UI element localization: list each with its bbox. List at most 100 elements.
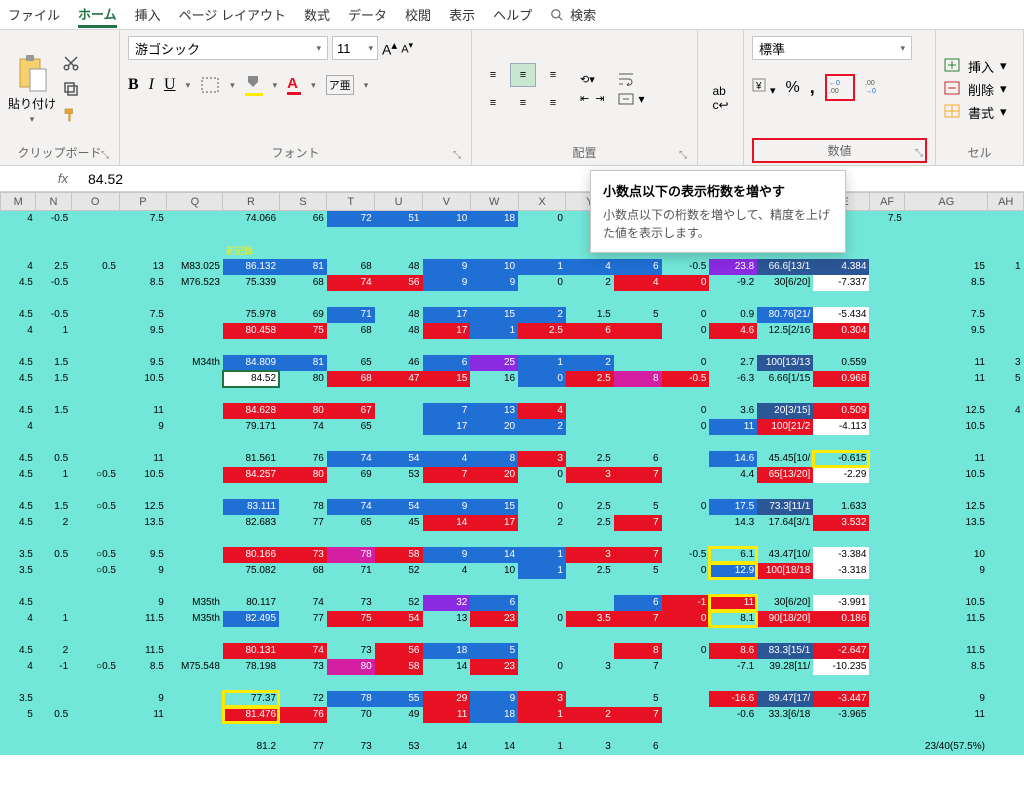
cell[interactable] xyxy=(988,227,1024,243)
cell[interactable]: 48 xyxy=(375,323,423,339)
cell[interactable] xyxy=(869,547,904,563)
cell[interactable]: 2.7 xyxy=(709,355,757,371)
cell[interactable] xyxy=(566,691,614,707)
cell[interactable] xyxy=(36,387,71,403)
cell[interactable] xyxy=(167,723,223,739)
cell[interactable]: 4 xyxy=(1,211,36,227)
cell[interactable]: -1 xyxy=(662,595,710,611)
cell[interactable]: 66 xyxy=(279,211,327,227)
cell[interactable] xyxy=(375,291,423,307)
cell[interactable]: 8.6 xyxy=(709,643,757,659)
cell[interactable]: 15 xyxy=(905,259,988,275)
cell[interactable] xyxy=(423,531,471,547)
cell[interactable]: 9 xyxy=(470,275,518,291)
cell[interactable]: 14 xyxy=(423,739,471,755)
cell[interactable] xyxy=(1,531,36,547)
delete-cells-button[interactable]: 削除 ▾ xyxy=(944,80,1007,99)
cell[interactable] xyxy=(279,291,327,307)
cell[interactable]: 12.5 xyxy=(905,499,988,515)
cell[interactable]: 3.5 xyxy=(566,611,614,627)
cell[interactable]: 10.5 xyxy=(905,595,988,611)
cell[interactable] xyxy=(167,451,223,467)
cell[interactable]: 14.6 xyxy=(709,451,757,467)
cell[interactable] xyxy=(709,627,757,643)
cell[interactable] xyxy=(279,579,327,595)
cell[interactable] xyxy=(327,579,375,595)
cell[interactable]: 5 xyxy=(988,371,1024,387)
cell[interactable] xyxy=(71,739,119,755)
cell[interactable]: 0 xyxy=(662,611,710,627)
cell[interactable]: 8.5 xyxy=(119,275,167,291)
cell[interactable]: 20 xyxy=(470,467,518,483)
cell[interactable]: 0 xyxy=(518,371,566,387)
tab-formulas[interactable]: 数式 xyxy=(304,3,330,26)
cell[interactable] xyxy=(279,723,327,739)
formula-value[interactable]: 84.52 xyxy=(78,171,123,187)
cell[interactable] xyxy=(375,579,423,595)
cell[interactable] xyxy=(279,339,327,355)
cell[interactable]: 1.5 xyxy=(36,403,71,419)
cell[interactable] xyxy=(167,707,223,723)
font-color-icon[interactable]: A xyxy=(287,75,301,95)
cell[interactable]: 0 xyxy=(662,355,710,371)
cell[interactable] xyxy=(375,723,423,739)
cell[interactable] xyxy=(709,291,757,307)
cell[interactable]: 9 xyxy=(423,259,471,275)
dialog-launcher-icon[interactable]: ⤡ xyxy=(101,150,109,161)
cell[interactable] xyxy=(662,739,710,755)
cell[interactable] xyxy=(375,483,423,499)
dialog-launcher-icon[interactable]: ⤡ xyxy=(915,148,923,159)
cell[interactable] xyxy=(167,547,223,563)
column-header[interactable]: N xyxy=(36,193,71,211)
cell[interactable] xyxy=(905,627,988,643)
cell[interactable] xyxy=(119,579,167,595)
cell[interactable]: 80.131 xyxy=(223,643,279,659)
cell[interactable]: 80 xyxy=(279,403,327,419)
cell[interactable]: 65 xyxy=(327,515,375,531)
cell[interactable] xyxy=(223,483,279,499)
cell[interactable] xyxy=(869,387,904,403)
cell[interactable]: 80.458 xyxy=(223,323,279,339)
cell[interactable]: 100[13/13 xyxy=(757,355,813,371)
cell[interactable] xyxy=(988,515,1024,531)
cell[interactable] xyxy=(36,243,71,259)
cell[interactable]: 54 xyxy=(375,499,423,515)
cell[interactable]: 68 xyxy=(327,371,375,387)
cell[interactable] xyxy=(375,435,423,451)
cell[interactable]: 56 xyxy=(375,643,423,659)
cell[interactable]: 6 xyxy=(614,595,662,611)
cell[interactable] xyxy=(869,643,904,659)
cell[interactable] xyxy=(470,291,518,307)
cell[interactable]: 15 xyxy=(423,371,471,387)
cell[interactable] xyxy=(470,627,518,643)
cell[interactable] xyxy=(423,435,471,451)
cell[interactable] xyxy=(566,339,614,355)
increase-decimal-button[interactable]: ←0.00 xyxy=(825,74,855,101)
cell[interactable]: 0 xyxy=(518,659,566,675)
cell[interactable] xyxy=(662,723,710,739)
cell[interactable] xyxy=(423,723,471,739)
search-box[interactable]: 検索 xyxy=(550,5,596,24)
orientation-icon[interactable]: ⟲▾ xyxy=(580,73,604,86)
cell[interactable] xyxy=(614,387,662,403)
cell[interactable] xyxy=(375,531,423,547)
cell[interactable]: 11.5 xyxy=(119,643,167,659)
cell[interactable]: -3.447 xyxy=(813,691,869,707)
align-top-icon[interactable]: ≡ xyxy=(480,63,506,87)
cell[interactable]: 53 xyxy=(375,467,423,483)
cell[interactable]: 4.5 xyxy=(1,451,36,467)
cell[interactable] xyxy=(757,675,813,691)
align-right-icon[interactable]: ≡ xyxy=(540,91,566,115)
cell[interactable]: 5 xyxy=(614,563,662,579)
cell[interactable] xyxy=(869,739,904,755)
cell[interactable]: 4.5 xyxy=(1,275,36,291)
cell[interactable]: ○0.5 xyxy=(71,547,119,563)
cell[interactable]: -2.647 xyxy=(813,643,869,659)
cell[interactable]: 11 xyxy=(119,451,167,467)
cell[interactable] xyxy=(518,579,566,595)
cell[interactable]: -0.5 xyxy=(36,307,71,323)
cell[interactable] xyxy=(423,243,471,259)
cell[interactable] xyxy=(662,467,710,483)
cell[interactable] xyxy=(614,355,662,371)
cell[interactable] xyxy=(36,483,71,499)
